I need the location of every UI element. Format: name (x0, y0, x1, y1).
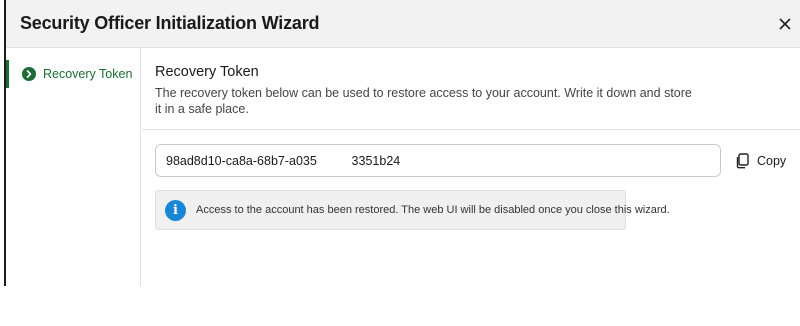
recovery-token-field[interactable] (155, 144, 721, 177)
info-message: Access to the account has been restored.… (196, 204, 670, 216)
info-notification: i Access to the account has been restore… (155, 190, 670, 230)
chevron-right-circle-icon (22, 67, 36, 81)
copy-button-label: Copy (757, 154, 787, 168)
section-title: Recovery Token (155, 64, 259, 80)
sidebar-item-recovery-token[interactable]: Recovery Token (6, 60, 140, 88)
dialog-title: Security Officer Initialization Wizard (20, 13, 320, 33)
sidebar-item-label: Recovery Token (43, 67, 133, 81)
wizard-sidebar: Recovery Token (6, 48, 141, 286)
wizard-dialog: Security Officer Initialization Wizard R… (4, 0, 800, 286)
copy-icon (736, 153, 749, 169)
wizard-content: Recovery Token The recovery token below … (142, 48, 800, 286)
close-button[interactable] (774, 13, 796, 35)
info-icon: i (165, 200, 186, 221)
divider (142, 129, 800, 130)
section-description: The recovery token below can be used to … (155, 86, 692, 116)
dialog-header: Security Officer Initialization Wizard (6, 0, 800, 48)
active-indicator (6, 60, 9, 88)
close-icon (779, 18, 791, 30)
copy-button[interactable]: Copy (735, 151, 786, 171)
